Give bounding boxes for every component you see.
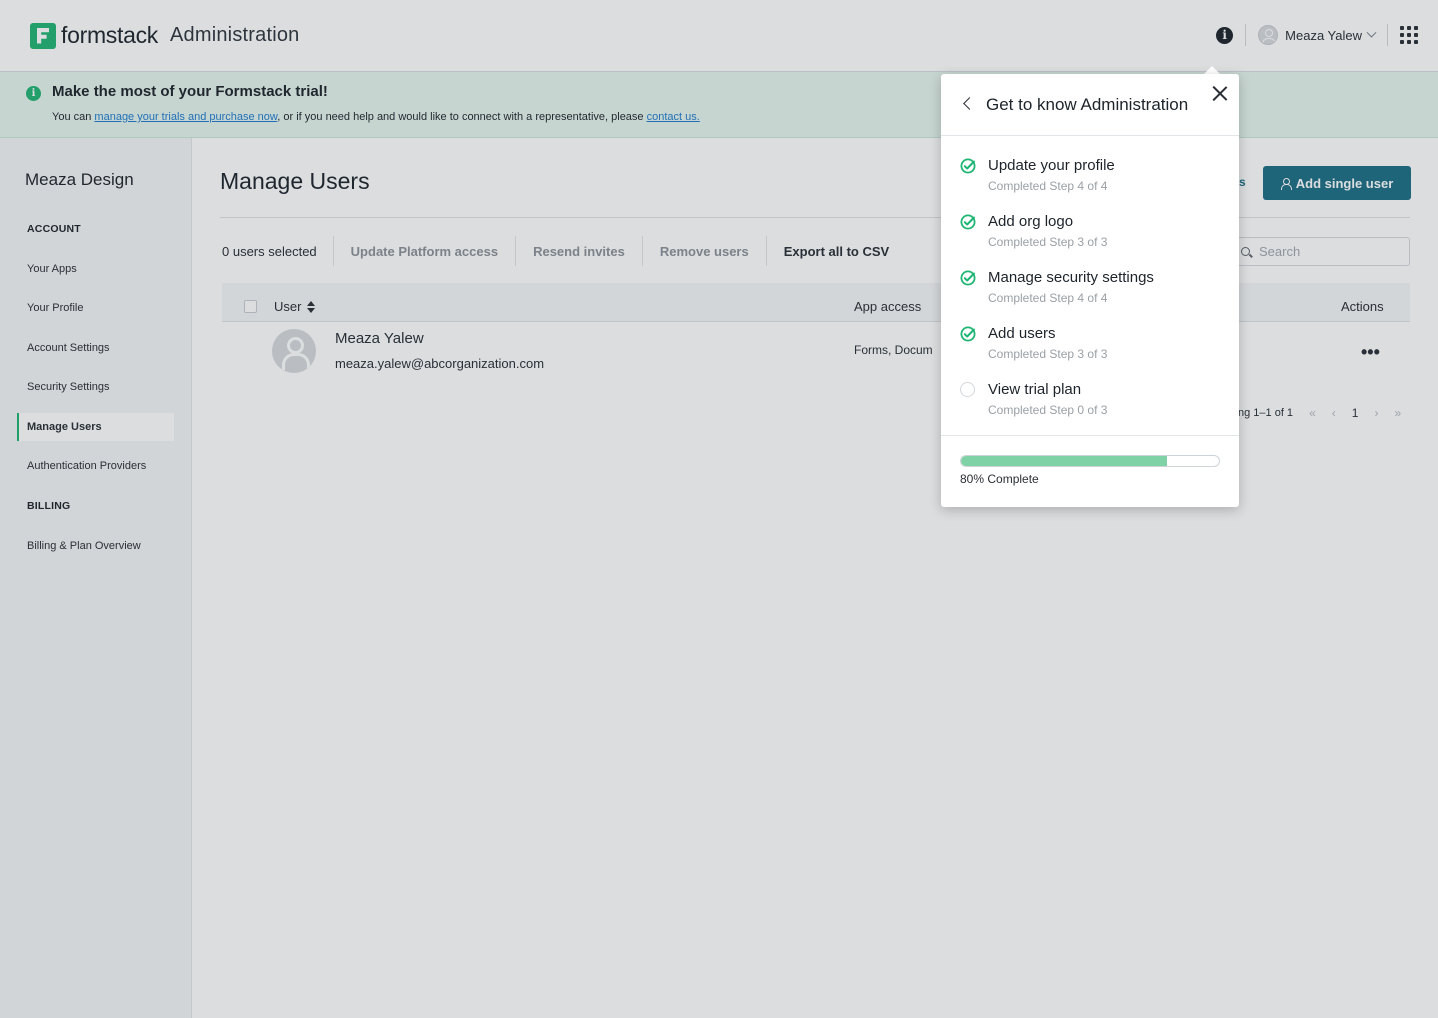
- close-icon[interactable]: [1211, 84, 1229, 102]
- popover-header: Get to know Administration: [941, 74, 1239, 136]
- step-status: Completed Step 4 of 4: [988, 291, 1108, 305]
- back-icon[interactable]: [963, 97, 976, 110]
- check-circle-icon: [960, 214, 976, 230]
- step-name: Add users: [988, 325, 1056, 342]
- step-name: Manage security settings: [988, 269, 1154, 286]
- step-name: Update your profile: [988, 157, 1115, 174]
- popover-arrow: [1204, 66, 1220, 74]
- step-status: Completed Step 3 of 3: [988, 235, 1108, 249]
- checklist-item-view-trial-plan[interactable]: View trial plan Completed Step 0 of 3: [941, 376, 1239, 426]
- progress-bar: [960, 455, 1220, 467]
- check-circle-icon: [960, 158, 976, 174]
- progress-bar-fill: [961, 456, 1168, 466]
- empty-circle-icon: [960, 382, 975, 397]
- check-circle-icon: [960, 270, 976, 286]
- checklist-item-add-users[interactable]: Add users Completed Step 3 of 3: [941, 320, 1239, 370]
- step-status: Completed Step 0 of 3: [988, 403, 1108, 417]
- checklist-item-update-profile[interactable]: Update your profile Completed Step 4 of …: [941, 152, 1239, 202]
- step-name: View trial plan: [988, 381, 1082, 398]
- popover-title: Get to know Administration: [986, 95, 1189, 114]
- divider: [941, 435, 1239, 436]
- check-circle-icon: [960, 326, 976, 342]
- checklist-item-add-org-logo[interactable]: Add org logo Completed Step 3 of 3: [941, 208, 1239, 258]
- step-status: Completed Step 3 of 3: [988, 347, 1108, 361]
- checklist-item-security-settings[interactable]: Manage security settings Completed Step …: [941, 264, 1239, 314]
- onboarding-popover: Get to know Administration Update your p…: [941, 74, 1239, 507]
- progress-label: 80% Complete: [960, 472, 1039, 486]
- step-name: Add org logo: [988, 213, 1074, 230]
- step-status: Completed Step 4 of 4: [988, 179, 1108, 193]
